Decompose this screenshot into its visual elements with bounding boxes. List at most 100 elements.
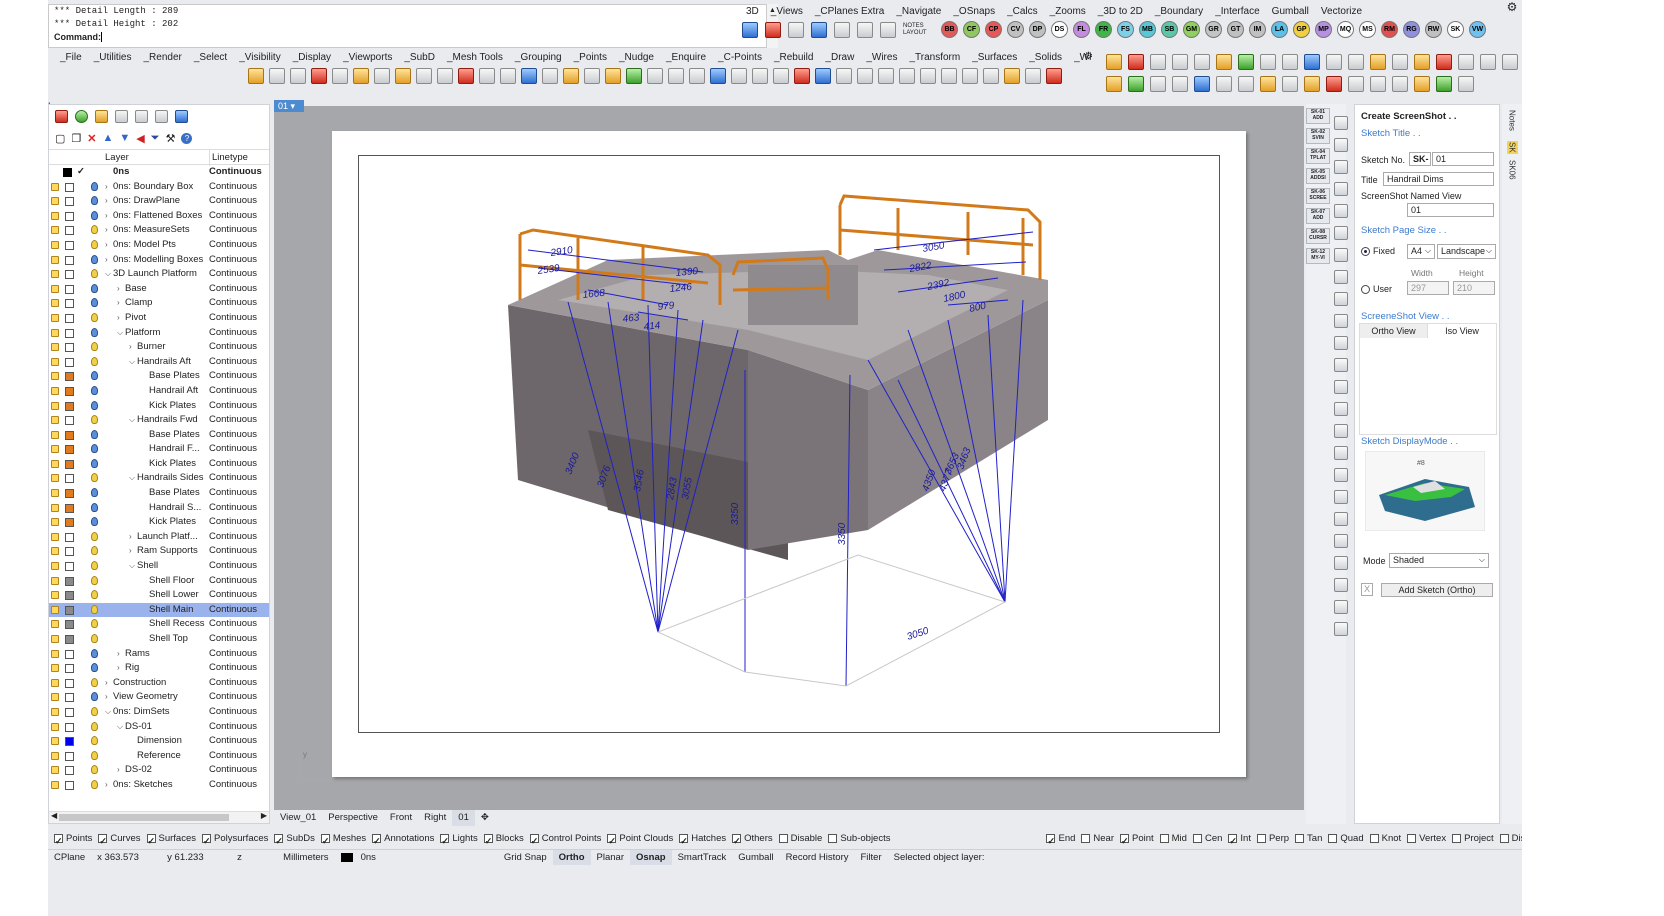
sk06-tab[interactable]: SK06 <box>1508 160 1517 180</box>
toolbar-button-icon[interactable] <box>1414 54 1430 70</box>
toolbar-button-icon[interactable] <box>1326 54 1342 70</box>
tool-icon[interactable] <box>1334 468 1348 482</box>
tool-icon[interactable] <box>1334 556 1348 570</box>
filter-checkbox[interactable]: Tan <box>1295 830 1322 848</box>
filter-checkbox[interactable]: Cen <box>1192 830 1222 848</box>
filter-checkbox[interactable]: Control Points <box>529 830 601 850</box>
tool-icon[interactable] <box>1334 622 1348 636</box>
checkbox-icon[interactable] <box>98 832 108 850</box>
filter-checkbox[interactable]: Annotations <box>372 830 434 850</box>
filter-checkbox[interactable]: Hatches <box>679 830 726 850</box>
checkbox-icon[interactable] <box>1499 833 1509 843</box>
filter-checkbox[interactable]: Near <box>1081 830 1114 848</box>
named-view-input[interactable]: 01 <box>1407 203 1494 217</box>
notes-tab[interactable]: Notes <box>1508 110 1517 131</box>
tool-icon[interactable] <box>1334 226 1348 240</box>
osnap-circle-button[interactable]: MP <box>1315 21 1332 38</box>
tool-icon[interactable] <box>1334 600 1348 614</box>
tool-icon[interactable] <box>1334 534 1348 548</box>
toolbar-button-icon[interactable] <box>1392 76 1408 92</box>
checkbox-icon[interactable] <box>1452 833 1462 843</box>
filter-checkbox[interactable]: Point <box>1119 830 1154 850</box>
filter-checkbox[interactable]: Mid <box>1159 830 1187 848</box>
filter-checkbox[interactable]: Blocks <box>483 830 524 850</box>
filter-checkbox[interactable]: Point Clouds <box>607 830 673 850</box>
filter-checkbox[interactable]: Project <box>1452 830 1494 848</box>
toolbar-button-icon[interactable] <box>1436 76 1452 92</box>
tool-icon[interactable] <box>1334 116 1348 130</box>
tool-icon[interactable] <box>1334 380 1348 394</box>
osnap-circle-button[interactable]: MS <box>1359 21 1376 38</box>
filter-checkbox[interactable]: SubDs <box>274 830 315 850</box>
osnap-circle-button[interactable]: VW <box>1469 21 1486 38</box>
checkbox-icon[interactable] <box>1328 833 1338 843</box>
filter-checkbox[interactable]: Int <box>1228 830 1251 850</box>
filter-checkbox[interactable]: Points <box>54 830 92 850</box>
tool-icon[interactable] <box>1334 336 1348 350</box>
tool-icon[interactable] <box>1334 446 1348 460</box>
osnap-circle-button[interactable]: MQ <box>1337 21 1354 38</box>
tool-icon[interactable] <box>1334 248 1348 262</box>
checkbox-icon[interactable] <box>679 832 689 850</box>
checkbox-icon[interactable] <box>1369 833 1379 843</box>
width-input[interactable]: 297 <box>1407 281 1449 295</box>
checkbox-icon[interactable] <box>1295 833 1305 843</box>
checkbox-icon[interactable] <box>1159 833 1169 843</box>
tab-iso-view[interactable]: Iso View <box>1428 324 1496 338</box>
tool-icon[interactable] <box>1334 292 1348 306</box>
osnap-circle-button[interactable]: SK <box>1447 21 1464 38</box>
sketch-button[interactable]: SK-04 TPLAT <box>1306 148 1330 164</box>
view-tab[interactable]: Right <box>418 810 452 826</box>
fixed-radio[interactable] <box>1361 247 1370 256</box>
osnap-circle-button[interactable]: RM <box>1381 21 1398 38</box>
checkbox-icon[interactable] <box>828 833 838 843</box>
tool-icon[interactable] <box>1334 424 1348 438</box>
filter-checkbox[interactable]: Sub-objects <box>828 830 890 848</box>
checkbox-icon[interactable] <box>1119 832 1129 850</box>
toolbar-button-icon[interactable] <box>1436 54 1452 70</box>
title-input[interactable]: Handrail Dims <box>1383 172 1494 186</box>
filter-checkbox[interactable]: Vertex <box>1407 830 1446 848</box>
view-tab[interactable]: Front <box>384 810 418 826</box>
sketch-button[interactable]: SK-07 ADD <box>1306 208 1330 224</box>
tab-ortho-view[interactable]: Ortho View <box>1360 324 1428 338</box>
checkbox-icon[interactable] <box>372 832 382 850</box>
filter-checkbox[interactable]: Meshes <box>320 830 366 850</box>
tool-icon[interactable] <box>1334 358 1348 372</box>
units-label[interactable]: Millimeters <box>277 850 334 865</box>
sketch-button[interactable]: SK-01 ADD <box>1306 108 1330 124</box>
tool-icon[interactable] <box>1334 578 1348 592</box>
cplane-label[interactable]: CPlane <box>48 850 91 865</box>
osnap-circle-button[interactable]: RW <box>1425 21 1442 38</box>
tool-icon[interactable] <box>1334 512 1348 526</box>
filter-checkbox[interactable]: Surfaces <box>146 830 196 850</box>
status-toggle[interactable]: SmartTrack <box>672 850 733 865</box>
filter-checkbox[interactable]: Perp <box>1256 830 1289 848</box>
height-input[interactable]: 210 <box>1453 281 1495 295</box>
sketch-button[interactable]: SK-12 MY-VI <box>1306 248 1330 264</box>
sketch-no-input[interactable]: 01 <box>1432 152 1494 166</box>
tool-icon[interactable] <box>1334 314 1348 328</box>
status-toggle[interactable]: Planar <box>591 850 630 865</box>
checkbox-icon[interactable] <box>202 832 211 850</box>
checkbox-icon[interactable] <box>1046 832 1056 850</box>
checkbox-icon[interactable] <box>1192 833 1202 843</box>
sketch-button[interactable]: SK-06 SCREE <box>1306 188 1330 204</box>
filter-checkbox[interactable]: Curves <box>98 830 141 850</box>
toolbar-button-icon[interactable] <box>1326 76 1342 92</box>
paper-size-select[interactable]: A4 <box>1407 244 1435 259</box>
toolbar-button-icon[interactable] <box>1304 54 1320 70</box>
toolbar-button-icon[interactable] <box>1502 54 1518 70</box>
sk-tab[interactable]: SK <box>1506 140 1518 154</box>
filter-checkbox[interactable]: Others <box>732 830 773 850</box>
filter-checkbox[interactable]: Disable <box>778 830 822 848</box>
checkbox-icon[interactable] <box>732 832 742 850</box>
add-sketch-button[interactable]: Add Sketch (Ortho) <box>1381 583 1493 597</box>
checkbox-icon[interactable] <box>529 832 539 850</box>
filter-checkbox[interactable]: Knot <box>1369 830 1401 848</box>
filter-checkbox[interactable]: End <box>1046 830 1075 850</box>
checkbox-icon[interactable] <box>274 832 284 850</box>
checkbox-icon[interactable] <box>1081 833 1091 843</box>
toolbar-button-icon[interactable] <box>1370 76 1386 92</box>
top-tab[interactable]: Vectorize <box>1315 5 1368 19</box>
